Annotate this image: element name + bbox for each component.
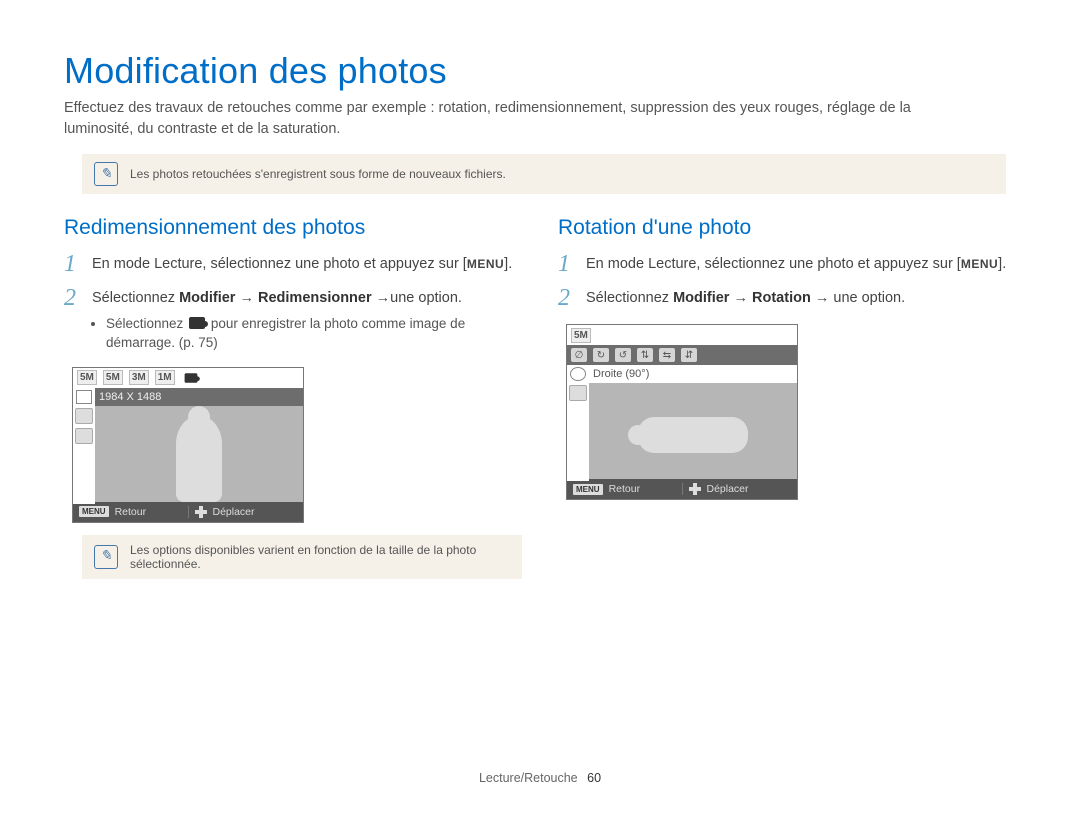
arrow-icon: → xyxy=(235,290,258,306)
footer-page-number: 60 xyxy=(587,771,601,785)
size-option-5m: 5M xyxy=(77,370,97,385)
lcd-back-label: Retour xyxy=(609,483,641,495)
note-top-text: Les photos retouchées s'enregistrent sou… xyxy=(130,167,506,181)
footer: Lecture/Retouche 60 xyxy=(0,771,1080,785)
silhouette-icon xyxy=(638,417,748,453)
startup-image-icon xyxy=(184,373,197,383)
menu-button-icon: MENU xyxy=(573,484,603,495)
adjust-icon xyxy=(569,385,587,401)
lcd-info-text: Droite (90°) xyxy=(593,368,649,380)
intro-text: Effectuez des travaux de retouches comme… xyxy=(64,98,984,140)
lcd-preview xyxy=(567,383,797,479)
bullet-pre: Sélectionnez xyxy=(106,316,187,331)
lcd-sidebar xyxy=(73,406,95,504)
step2-modifier: Modifier xyxy=(673,290,729,306)
silhouette-icon xyxy=(176,416,222,502)
heading-resize: Redimensionnement des photos xyxy=(64,216,522,240)
rotate-step-1: 1 En mode Lecture, sélectionnez une phot… xyxy=(558,252,1016,276)
step-number: 2 xyxy=(64,286,88,353)
note-icon: ✎ xyxy=(94,162,118,186)
step1-text-pre: En mode Lecture, sélectionnez une photo … xyxy=(92,256,467,272)
rotate-right-icon: ↻ xyxy=(593,348,609,362)
lcd-bottombar: MENU Retour Déplacer xyxy=(567,479,797,499)
rotate-180-icon: ⇅ xyxy=(637,348,653,362)
palette-icon xyxy=(570,367,586,381)
menu-button-label: MENU xyxy=(961,256,998,273)
step1-text-pre: En mode Lecture, sélectionnez une photo … xyxy=(586,256,961,272)
lcd-bottombar: MENU Retour Déplacer xyxy=(73,502,303,522)
step1-text-post: ]. xyxy=(998,256,1006,272)
size-option-3m: 3M xyxy=(129,370,149,385)
note-bottom: ✎ Les options disponibles varient en fon… xyxy=(82,535,522,579)
arrow-icon: → xyxy=(729,290,752,306)
lcd-tools: ∅ ↻ ↺ ⇅ ⇆ ⇵ xyxy=(567,345,797,365)
resize-step-2: 2 Sélectionnez Modifier → Redimensionner… xyxy=(64,286,522,353)
column-resize: Redimensionnement des photos 1 En mode L… xyxy=(64,216,522,601)
rotate-step-2: 2 Sélectionnez Modifier → Rotation → une… xyxy=(558,286,1016,310)
dpad-icon xyxy=(195,506,207,518)
column-rotate: Rotation d'une photo 1 En mode Lecture, … xyxy=(558,216,1016,601)
note-top: ✎ Les photos retouchées s'enregistrent s… xyxy=(82,154,1006,194)
lcd-back-label: Retour xyxy=(115,506,147,518)
step-number: 1 xyxy=(64,252,88,276)
palette-icon xyxy=(75,408,93,424)
rotate-left-icon: ↺ xyxy=(615,348,631,362)
lcd-topbar: 5M 5M 3M 1M xyxy=(73,368,303,388)
rotate-off-icon: ∅ xyxy=(571,348,587,362)
step1-text-post: ]. xyxy=(504,256,512,272)
lcd-move-label: Déplacer xyxy=(707,483,749,495)
size-option-5m: 5M xyxy=(103,370,123,385)
step2-post: une option. xyxy=(833,290,905,306)
footer-section: Lecture/Retouche xyxy=(479,771,578,785)
size-option-1m: 1M xyxy=(155,370,175,385)
flip-v-icon: ⇵ xyxy=(681,348,697,362)
step2-modifier: Modifier xyxy=(179,290,235,306)
arrow-icon: → xyxy=(372,290,391,306)
resize-step-1: 1 En mode Lecture, sélectionnez une phot… xyxy=(64,252,522,276)
note-icon: ✎ xyxy=(94,545,118,569)
lcd-info: 1984 X 1488 xyxy=(73,388,303,406)
lcd-topbar: 5M xyxy=(567,325,797,345)
resize-step-2-bullet: Sélectionnez pour enregistrer la photo c… xyxy=(106,315,522,353)
menu-button-label: MENU xyxy=(467,256,504,273)
rotate-tool-icon xyxy=(76,390,92,404)
dpad-icon xyxy=(689,483,701,495)
menu-button-icon: MENU xyxy=(79,506,109,517)
step2-pre: Sélectionnez xyxy=(586,290,673,306)
lcd-move-label: Déplacer xyxy=(213,506,255,518)
lcd-resize: 5M 5M 3M 1M 1984 X 1488 xyxy=(72,367,304,523)
step2-pre: Sélectionnez xyxy=(92,290,179,306)
step-number: 2 xyxy=(558,286,582,310)
step-number: 1 xyxy=(558,252,582,276)
size-option-5m: 5M xyxy=(571,328,591,343)
adjust-icon xyxy=(75,428,93,444)
lcd-info-text: 1984 X 1488 xyxy=(99,391,161,403)
step2-rotation: Rotation xyxy=(752,290,811,306)
startup-image-icon xyxy=(189,317,205,329)
step2-redimensionner: Redimensionner xyxy=(258,290,372,306)
flip-h-icon: ⇆ xyxy=(659,348,675,362)
lcd-preview xyxy=(73,406,303,502)
lcd-info: Droite (90°) xyxy=(567,365,797,383)
note-bottom-text: Les options disponibles varient en fonct… xyxy=(130,543,510,571)
lcd-sidebar xyxy=(567,383,589,481)
page-title: Modification des photos xyxy=(64,50,1016,92)
heading-rotate: Rotation d'une photo xyxy=(558,216,1016,240)
lcd-rotate: 5M ∅ ↻ ↺ ⇅ ⇆ ⇵ Droite (90°) xyxy=(566,324,798,500)
arrow-icon: → xyxy=(811,290,834,306)
step2-post: une option. xyxy=(390,290,462,306)
